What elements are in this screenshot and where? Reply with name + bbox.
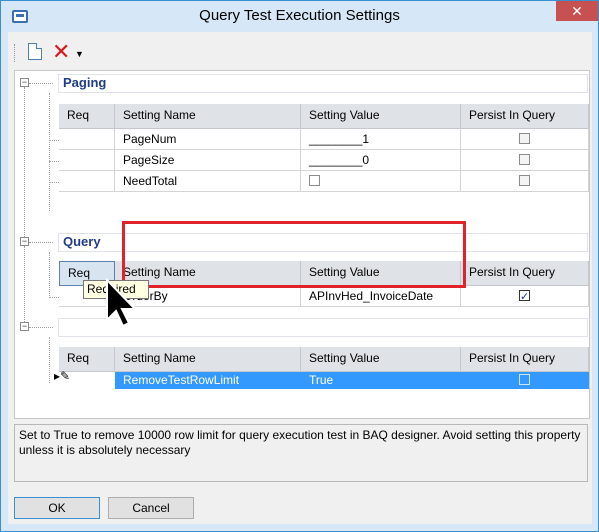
column-header-persist[interactable]: Persist In Query xyxy=(461,104,589,129)
table-row[interactable]: PageSize ________0 xyxy=(59,150,589,171)
column-header-setting-name[interactable]: Setting Name xyxy=(115,104,301,129)
persist-cell xyxy=(461,286,589,307)
persist-cell xyxy=(461,129,589,150)
close-button[interactable]: ✕ xyxy=(556,1,598,21)
tree-connector xyxy=(49,337,50,383)
persist-checkbox[interactable] xyxy=(519,287,530,306)
delete-x-icon[interactable]: ✕ xyxy=(52,40,70,64)
toolbar-grip[interactable] xyxy=(14,44,18,62)
ok-button[interactable]: OK xyxy=(14,497,100,519)
persist-checkbox[interactable] xyxy=(519,133,530,145)
window-title: Query Test Execution Settings xyxy=(199,7,400,24)
cancel-button[interactable]: Cancel xyxy=(108,497,194,519)
persist-checkbox[interactable] xyxy=(519,154,530,166)
tree-connector xyxy=(49,93,50,211)
setting-name-cell: PageNum xyxy=(115,129,301,150)
req-cell[interactable] xyxy=(59,150,115,171)
mouse-pointer-icon xyxy=(106,278,138,328)
setting-name-cell: NeedTotal xyxy=(115,171,301,192)
setting-value-cell[interactable]: ________1 xyxy=(301,129,461,150)
tree-connector xyxy=(49,252,50,298)
req-cell[interactable] xyxy=(59,171,115,192)
title-bar: Query Test Execution Settings ✕ xyxy=(1,1,598,32)
tree-connector xyxy=(49,182,59,183)
persist-cell xyxy=(461,150,589,171)
table-row[interactable]: NeedTotal xyxy=(59,171,589,192)
tree-connector xyxy=(24,246,25,322)
column-header-req[interactable]: Req xyxy=(59,104,115,129)
collapse-query-icon[interactable]: − xyxy=(20,237,29,246)
tree-connector xyxy=(29,83,53,84)
collapse-group-icon[interactable]: − xyxy=(20,322,29,331)
new-document-icon[interactable] xyxy=(28,43,42,60)
group-title: Query xyxy=(63,234,101,249)
grid-header-row: Req Setting Name Setting Value Persist I… xyxy=(59,347,589,372)
row-edit-pencil-icon: ▸✎ xyxy=(54,369,71,383)
tree-connector xyxy=(49,161,59,162)
need-total-checkbox[interactable] xyxy=(309,175,320,187)
setting-name-cell: RemoveTestRowLimit xyxy=(115,372,301,389)
highlight-annotation-box xyxy=(122,221,466,288)
column-header-setting-value[interactable]: Setting Value xyxy=(301,347,461,372)
grid-header-row: Req Setting Name Setting Value Persist I… xyxy=(59,104,589,129)
tree-connector xyxy=(29,242,53,243)
description-box: Set to True to remove 10000 row limit fo… xyxy=(14,424,588,482)
column-header-persist[interactable]: Persist In Query xyxy=(461,261,589,286)
persist-checkbox[interactable] xyxy=(519,374,530,386)
tree-connector xyxy=(24,87,25,237)
tree-connector xyxy=(49,140,59,141)
column-header-setting-value[interactable]: Setting Value xyxy=(301,104,461,129)
setting-value-cell[interactable]: True xyxy=(301,372,461,389)
dialog-window: Query Test Execution Settings ✕ ✕ ▼ − Pa… xyxy=(0,0,599,532)
collapse-paging-icon[interactable]: − xyxy=(20,78,29,87)
group-title: Paging xyxy=(63,75,107,90)
req-cell[interactable] xyxy=(59,129,115,150)
persist-cell xyxy=(461,372,589,389)
column-header-setting-name[interactable]: Setting Name xyxy=(115,347,301,372)
column-header-persist[interactable]: Persist In Query xyxy=(461,347,589,372)
chevron-down-icon[interactable]: ▼ xyxy=(75,49,84,59)
setting-value-cell[interactable] xyxy=(301,171,461,192)
table-row[interactable]: PageNum ________1 xyxy=(59,129,589,150)
group-header-paging[interactable]: Paging xyxy=(58,74,588,93)
persist-checkbox[interactable] xyxy=(519,175,530,187)
setting-name-cell: PageSize xyxy=(115,150,301,171)
setting-value-cell[interactable]: APInvHed_InvoiceDate xyxy=(301,286,461,307)
table-row[interactable]: RemoveTestRowLimit True xyxy=(59,372,589,389)
persist-cell xyxy=(461,171,589,192)
setting-value-cell[interactable]: ________0 xyxy=(301,150,461,171)
tree-connector xyxy=(49,297,59,298)
toolbar: ✕ ▼ xyxy=(14,40,586,66)
tree-connector xyxy=(29,327,53,328)
